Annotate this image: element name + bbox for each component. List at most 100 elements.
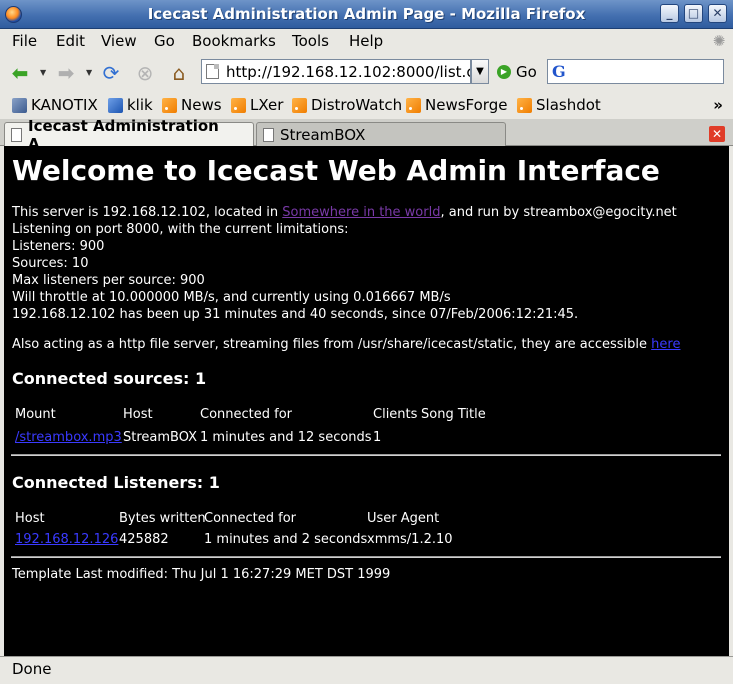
back-dropdown-icon[interactable]: ▼ — [40, 68, 46, 77]
forward-dropdown-icon[interactable]: ▼ — [86, 68, 92, 77]
home-icon[interactable]: ⌂ — [165, 59, 193, 87]
throbber-icon: ✺ — [712, 32, 726, 50]
url-input[interactable] — [226, 62, 470, 81]
page-favicon-icon — [206, 64, 219, 79]
go-icon: ▶ — [497, 65, 511, 79]
divider — [11, 556, 721, 558]
source-host: StreamBOX — [123, 430, 198, 445]
reload-icon[interactable]: ⟳ — [97, 59, 125, 87]
rss-feed-icon — [231, 97, 246, 113]
bookmark-label: LXer — [250, 96, 284, 114]
bookmark-slashdot[interactable]: Slashdot — [517, 95, 601, 115]
forward-arrow-icon[interactable]: ➡ — [52, 59, 80, 87]
sources-header-connected: Connected for — [200, 407, 293, 422]
server-prefix-text: This server is 192.168.12.102, located i… — [12, 205, 283, 220]
uptime-line: 192.168.12.102 has been up 31 minutes an… — [12, 307, 579, 322]
window-frame-right — [729, 146, 733, 656]
bookmark-label: klik — [127, 96, 153, 114]
mount-link[interactable]: /streambox.mp3 — [15, 430, 122, 445]
bookmark-news[interactable]: News — [162, 95, 222, 115]
page-icon — [11, 128, 22, 142]
bookmark-lxer[interactable]: LXer — [231, 95, 283, 115]
listeners-limit-line: Listeners: 900 — [12, 239, 105, 254]
close-tab-icon[interactable]: ✕ — [709, 126, 725, 142]
template-modified-line: Template Last modified: Thu Jul 1 16:27:… — [12, 567, 391, 582]
search-input[interactable] — [572, 62, 720, 81]
title-bar: Icecast Administration Admin Page - Mozi… — [0, 0, 733, 29]
fileserver-here-link[interactable]: here — [651, 337, 680, 352]
kanotix-icon — [12, 97, 27, 113]
window-title: Icecast Administration Admin Page - Mozi… — [147, 5, 586, 23]
rss-feed-icon — [406, 97, 421, 113]
bookmark-distrowatch[interactable]: DistroWatch — [292, 95, 402, 115]
max-listeners-line: Max listeners per source: 900 — [12, 273, 205, 288]
bookmark-label: Slashdot — [536, 96, 601, 114]
rss-feed-icon — [292, 97, 307, 113]
maximize-icon[interactable]: □ — [684, 4, 703, 23]
status-text: Done — [12, 660, 52, 678]
listeners-header-connected: Connected for — [204, 511, 297, 526]
status-bar: Done — [0, 656, 733, 684]
listener-connected-for: 1 minutes and 2 seconds — [204, 532, 368, 547]
tab-streambox[interactable]: StreamBOX — [256, 122, 506, 146]
page-title: Welcome to Icecast Web Admin Interface — [12, 154, 660, 187]
url-dropdown-icon[interactable]: ▼ — [471, 59, 489, 84]
server-suffix-text: , and run by streambox@egocity.net — [440, 205, 677, 220]
listeners-header-bytes: Bytes written — [119, 511, 206, 526]
menu-help[interactable]: Help — [349, 32, 383, 50]
bookmark-klik[interactable]: klik — [108, 95, 153, 115]
bookmark-newsforge[interactable]: NewsForge — [406, 95, 507, 115]
menu-view[interactable]: View — [101, 32, 137, 50]
source-clients: 1 — [373, 430, 382, 445]
stop-icon[interactable]: ⊗ — [131, 59, 159, 87]
google-search-icon: G — [552, 62, 566, 81]
bookmark-label: KANOTIX — [31, 96, 98, 114]
search-box[interactable]: G — [547, 59, 724, 84]
minimize-icon[interactable]: _ — [660, 4, 679, 23]
klik-icon — [108, 97, 123, 113]
sources-heading: Connected sources: 1 — [12, 369, 207, 388]
listeners-header-host: Host — [15, 511, 45, 526]
tab-label: StreamBOX — [280, 125, 366, 144]
page-content: Welcome to Icecast Web Admin Interface T… — [4, 146, 729, 656]
sources-header-song: Song Title — [421, 407, 486, 422]
menu-go[interactable]: Go — [154, 32, 175, 50]
port-line: Listening on port 8000, with the current… — [12, 222, 349, 237]
bookmark-label: DistroWatch — [311, 96, 403, 114]
bookmarks-more-chevron-icon[interactable]: » — [713, 96, 723, 114]
table-row: 192.168.12.126 — [15, 532, 118, 547]
go-button[interactable]: ▶ Go — [497, 61, 537, 83]
listener-user-agent: xmms/1.2.10 — [367, 532, 453, 547]
sources-header-mount: Mount — [15, 407, 56, 422]
listener-bytes: 425882 — [119, 532, 169, 547]
server-info-line: This server is 192.168.12.102, located i… — [12, 205, 677, 220]
source-connected-for: 1 minutes and 12 seconds — [200, 430, 372, 445]
go-label: Go — [516, 63, 537, 81]
sources-header-clients: Clients — [373, 407, 418, 422]
rss-feed-icon — [517, 97, 532, 113]
throttle-line: Will throttle at 10.000000 MB/s, and cur… — [12, 290, 451, 305]
listeners-heading: Connected Listeners: 1 — [12, 473, 220, 492]
listeners-header-agent: User Agent — [367, 511, 440, 526]
page-icon — [263, 127, 274, 142]
tab-icecast-admin[interactable]: Icecast Administration A... — [4, 117, 254, 153]
url-bar[interactable] — [201, 59, 471, 84]
fileserver-text: Also acting as a http file server, strea… — [12, 337, 652, 352]
menu-bar: File Edit View Go Bookmarks Tools Help — [0, 29, 733, 54]
sources-limit-line: Sources: 10 — [12, 256, 89, 271]
close-icon[interactable]: ✕ — [708, 4, 727, 23]
bookmark-kanotix[interactable]: KANOTIX — [12, 95, 98, 115]
tab-strip: Icecast Administration A... StreamBOX — [0, 117, 733, 153]
back-arrow-icon[interactable]: ⬅ — [6, 59, 34, 87]
bookmarks-toolbar: KANOTIX klik News LXer DistroWatch NewsF… — [0, 91, 733, 119]
listener-host-link[interactable]: 192.168.12.126 — [15, 532, 118, 547]
bookmark-label: News — [181, 96, 222, 114]
location-link[interactable]: Somewhere in the world — [282, 205, 440, 220]
menu-bookmarks[interactable]: Bookmarks — [192, 32, 276, 50]
sources-header-host: Host — [123, 407, 153, 422]
rss-feed-icon — [162, 97, 177, 113]
menu-tools[interactable]: Tools — [292, 32, 329, 50]
fileserver-line: Also acting as a http file server, strea… — [12, 337, 680, 352]
menu-file[interactable]: File — [12, 32, 37, 50]
menu-edit[interactable]: Edit — [56, 32, 85, 50]
